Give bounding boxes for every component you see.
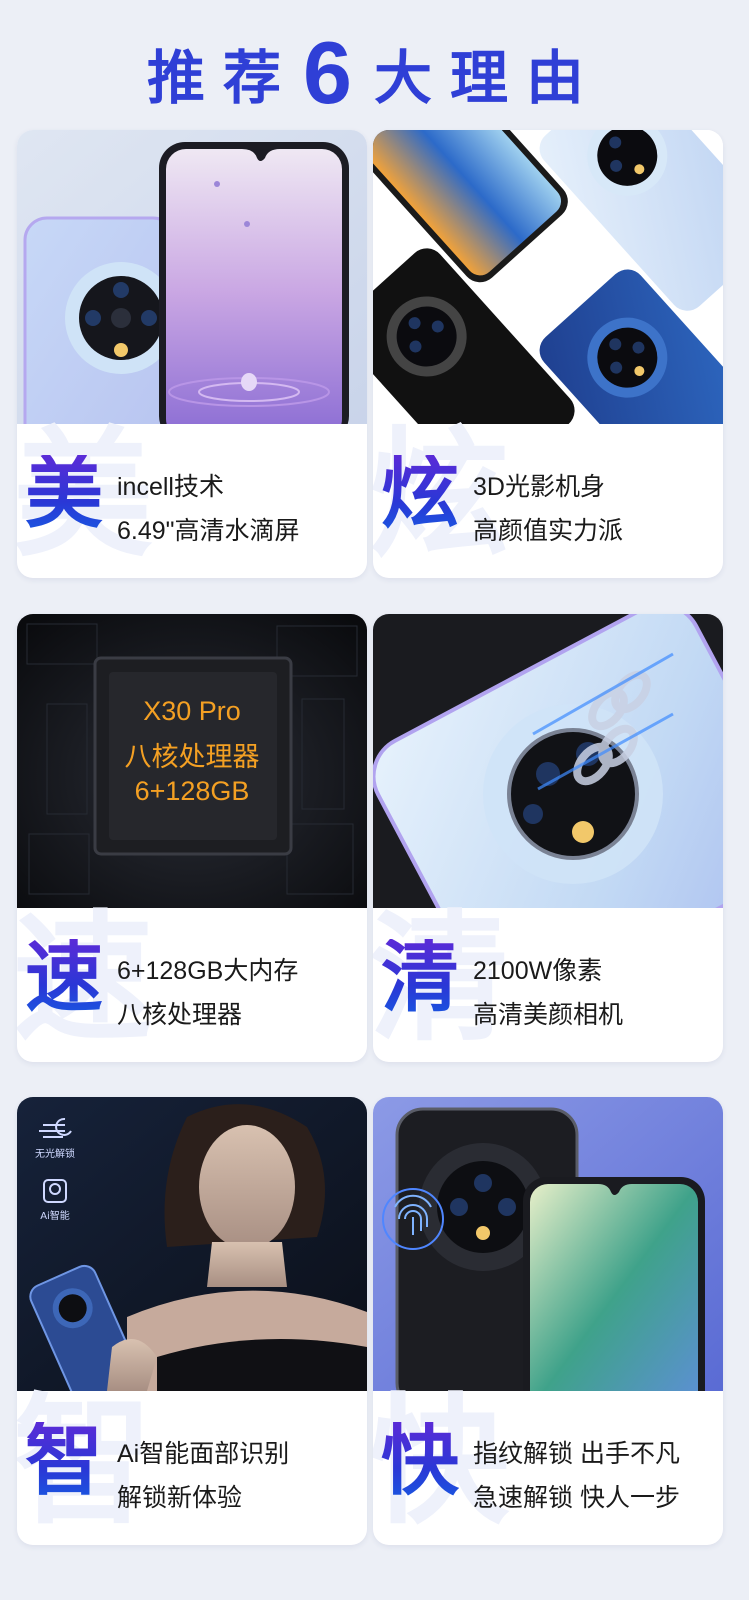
reason-line-1: 6+128GB大内存 <box>117 957 299 985</box>
title-number: 6 <box>303 23 352 122</box>
tag-ai-smart: Ai智能 <box>40 1211 70 1222</box>
reason-character: 智 <box>25 1416 104 1506</box>
reason-line-1: 指纹解锁 出手不凡 <box>473 1440 680 1468</box>
reason-character: 炫 <box>381 449 460 539</box>
reason-line-2: 6.49"高清水滴屏 <box>117 517 300 545</box>
phones-image-colors <box>373 130 723 424</box>
face-unlock-image <box>17 1097 367 1391</box>
reason-card-smart: 无光解锁 Ai智能 智 智 Ai智能面部识别 解锁新体验 <box>17 1097 367 1545</box>
page-title: 推荐 6 大理由 <box>0 23 749 122</box>
reason-line-2: 高颜值实力派 <box>473 517 624 545</box>
reason-card-speed: X30 Pro 八核处理器 6+128GB 速 速 6+128GB大内存 八核处… <box>17 614 367 1062</box>
chip-cores: 八核处理器 <box>124 742 260 772</box>
chip-memory: 6+128GB <box>134 776 250 806</box>
reason-card-clear: 清 清 2100W像素 高清美颜相机 <box>373 614 723 1062</box>
reason-line-1: Ai智能面部识别 <box>117 1440 290 1468</box>
reason-line-2: 急速解锁 快人一步 <box>473 1484 680 1512</box>
camera-lens-image <box>373 614 723 908</box>
reason-character: 美 <box>25 449 104 539</box>
fingerprint-unlock-image <box>373 1097 723 1391</box>
reason-card-beauty: 美 美 incell技术 6.49"高清水滴屏 <box>17 130 367 578</box>
chip-model: X30 Pro <box>143 696 241 726</box>
reason-line-2: 八核处理器 <box>117 1001 243 1029</box>
tag-dark-unlock: 无光解锁 <box>35 1149 75 1160</box>
reason-character: 速 <box>25 933 104 1023</box>
reason-line-1: 2100W像素 <box>473 957 603 985</box>
reason-line-2: 高清美颜相机 <box>473 1001 624 1029</box>
phone-image-waterdrop <box>17 130 367 424</box>
reason-line-2: 解锁新体验 <box>117 1484 243 1512</box>
title-part1: 推荐 <box>147 44 300 112</box>
reason-card-cool: 炫 炫 3D光影机身 高颜值实力派 <box>373 130 723 578</box>
reason-line-1: 3D光影机身 <box>473 473 605 501</box>
reason-character: 清 <box>381 933 460 1023</box>
reason-character: 快 <box>381 1416 460 1506</box>
title-part2: 大理由 <box>373 44 602 112</box>
reason-card-fast: 快 快 指纹解锁 出手不凡 急速解锁 快人一步 <box>373 1097 723 1545</box>
reason-line-1: incell技术 <box>117 473 224 501</box>
